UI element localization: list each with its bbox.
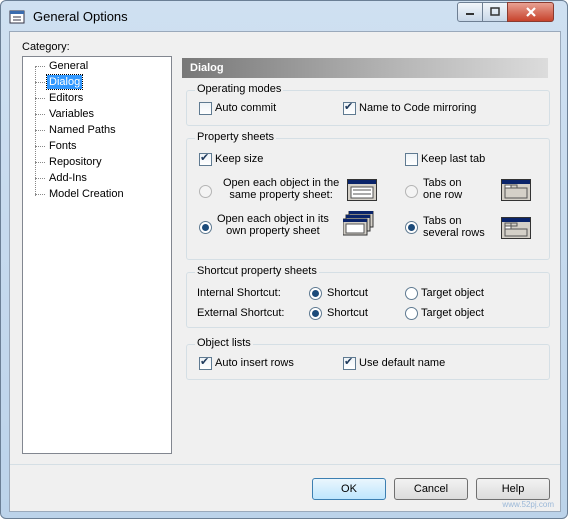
group-title: Property sheets [195,131,277,143]
tree-item-label: Repository [49,156,102,168]
panel-header: Dialog [182,58,548,78]
object-lists-group: Object lists Auto insert rows Use defaul… [186,337,550,380]
tree-item-general[interactable]: General [35,59,90,73]
external-shortcut-option-label: Shortcut [327,307,368,319]
tree-branch [35,193,45,195]
dialog-client-area: Category: General Dialog Editors Variabl… [9,31,561,512]
tree-item-label: Fonts [49,140,77,152]
tabs-one-line2: one row [423,189,463,201]
app-icon [9,10,25,24]
tabs-one-line1: Tabs on [423,177,462,189]
tree-branch [35,65,45,67]
internal-shortcut-radio[interactable] [309,287,322,300]
group-title: Shortcut property sheets [195,265,319,277]
button-separator [10,464,560,465]
tabs-several-rows-icon [501,217,531,239]
external-shortcut-radio[interactable] [309,307,322,320]
tree-branch [35,161,45,163]
internal-shortcut-label: Internal Shortcut: [197,287,281,299]
tree-item-variables[interactable]: Variables [35,107,96,121]
close-icon [525,7,536,17]
open-own-line2: own property sheet [226,225,320,237]
tree-item-label: Editors [49,92,84,104]
tree-item-add-ins[interactable]: Add-Ins [35,171,89,185]
window-title: General Options [33,9,128,24]
tabs-several-rows-radio[interactable] [405,221,418,234]
close-button[interactable] [507,2,554,22]
tabs-one-row-label: Tabs on one row [423,177,462,201]
auto-commit-checkbox[interactable] [199,102,212,115]
general-options-window: General Options Category: General Dialog… [0,0,568,519]
title-bar[interactable]: General Options [1,1,567,31]
tree-branch [35,145,45,147]
open-own-sheet-label: Open each object in its own property shee… [217,213,329,237]
maximize-button[interactable] [482,2,508,22]
tree-item-repository[interactable]: Repository [35,155,104,169]
open-own-line1: Open each object in its [217,213,329,225]
panel-header-title: Dialog [190,62,224,74]
minimize-icon [466,13,474,15]
same-sheet-icon [347,179,377,201]
category-label: Category: [22,41,70,53]
external-shortcut-label: External Shortcut: [197,307,285,319]
open-own-sheet-radio[interactable] [199,221,212,234]
minimize-button[interactable] [457,2,483,22]
tabs-several-line2: several rows [423,227,485,239]
name-to-code-checkbox[interactable] [343,100,356,115]
auto-insert-rows-label: Auto insert rows [215,357,294,369]
auto-commit-label: Auto commit [215,102,277,114]
help-button[interactable]: Help [476,478,550,500]
shortcut-sheets-group: Shortcut property sheets Internal Shortc… [186,265,550,328]
internal-shortcut-option-label: Shortcut [327,287,368,299]
open-same-line1: Open each object in the [223,177,340,189]
tabs-several-line1: Tabs on [423,215,462,227]
auto-insert-rows-checkbox[interactable] [199,355,212,370]
external-target-radio[interactable] [405,307,418,320]
keep-last-tab-label: Keep last tab [421,153,486,165]
ok-button[interactable]: OK [312,478,386,500]
maximize-icon [490,7,500,16]
open-same-sheet-radio[interactable] [199,185,212,198]
use-default-name-label: Use default name [359,357,446,369]
internal-target-label: Target object [421,287,484,299]
tree-item-named-paths[interactable]: Named Paths [35,123,118,137]
tree-branch [35,113,45,115]
open-same-line2: same property sheet: [229,189,333,201]
tree-branch [35,97,45,99]
tree-item-label: Dialog [45,74,84,90]
tree-item-label: Model Creation [49,188,124,200]
group-title: Object lists [195,337,253,349]
own-sheet-icon [343,211,374,236]
keep-size-checkbox[interactable] [199,151,212,166]
tabs-one-row-radio[interactable] [405,185,418,198]
tree-branch [35,129,45,131]
use-default-name-checkbox[interactable] [343,355,356,370]
external-target-label: Target object [421,307,484,319]
tabs-one-row-icon [501,179,531,201]
tree-branch [35,177,45,179]
tree-branch [35,81,45,83]
operating-modes-group: Operating modes Auto commit Name to Code… [186,83,550,126]
keep-last-tab-checkbox[interactable] [405,153,418,166]
tree-item-model-creation[interactable]: Model Creation [35,187,126,201]
tree-item-editors[interactable]: Editors [35,91,85,105]
tree-item-label: General [49,60,89,72]
open-same-sheet-label: Open each object in the same property she… [223,177,339,201]
category-tree[interactable]: General Dialog Editors Variables Named P… [22,56,172,454]
keep-size-label: Keep size [215,153,264,165]
watermark: www.52pj.com [502,500,554,509]
property-sheets-group: Property sheets Keep size Keep last tab … [186,131,550,260]
tabs-several-rows-label: Tabs on several rows [423,215,485,239]
tree-item-label: Add-Ins [49,172,87,184]
tree-item-fonts[interactable]: Fonts [35,139,79,153]
cancel-button[interactable]: Cancel [394,478,468,500]
tree-item-label: Variables [49,108,95,120]
tree-item-label: Named Paths [49,124,116,136]
name-to-code-label: Name to Code mirroring [359,102,477,114]
tree-item-dialog[interactable]: Dialog [35,74,84,90]
internal-target-radio[interactable] [405,287,418,300]
group-title: Operating modes [195,83,284,95]
